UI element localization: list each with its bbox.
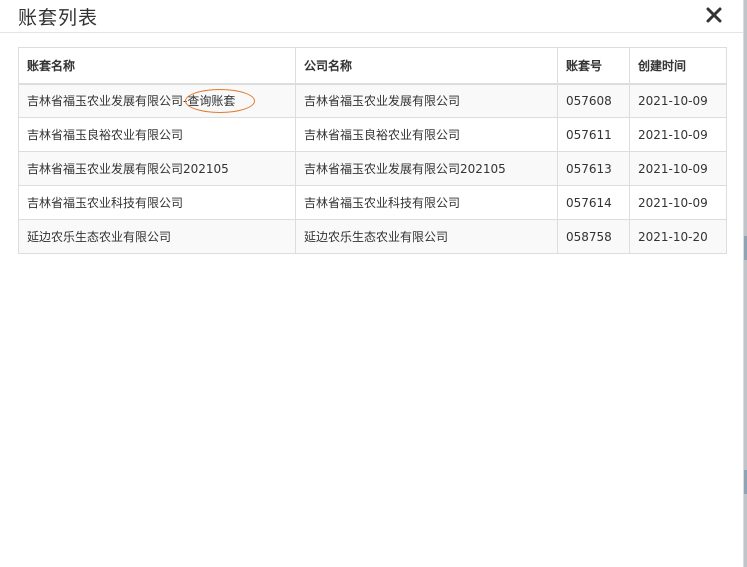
account-no-cell[interactable]: 057611 [557, 117, 630, 152]
created-at-cell[interactable]: 2021-10-09 [629, 83, 727, 118]
account-no-cell[interactable]: 057613 [557, 151, 630, 186]
table-row[interactable]: 延边农乐生态农业有限公司 延边农乐生态农业有限公司 058758 2021-10… [18, 219, 727, 254]
created-at-cell[interactable]: 2021-10-09 [629, 117, 727, 152]
account-no-cell[interactable]: 058758 [557, 219, 630, 254]
created-at-cell[interactable]: 2021-10-09 [629, 185, 727, 220]
company-name-cell[interactable]: 吉林省福玉良裕农业有限公司 [295, 117, 558, 152]
company-name-cell[interactable]: 吉林省福玉农业发展有限公司 [295, 83, 558, 118]
company-name-cell[interactable]: 吉林省福玉农业发展有限公司202105 [295, 151, 558, 186]
account-no-cell[interactable]: 057608 [557, 83, 630, 118]
table-row[interactable]: 吉林省福玉农业发展有限公司202105 吉林省福玉农业发展有限公司202105 … [18, 151, 727, 186]
account-table: 账套名称 公司名称 账套号 创建时间 吉林省福玉农业发展有限公司-查询账套 吉林… [18, 47, 727, 254]
table-row[interactable]: 吉林省福玉农业发展有限公司-查询账套 吉林省福玉农业发展有限公司 057608 … [18, 83, 727, 118]
account-list-dialog: 账套列表 账套名称 公司名称 账套号 创建时间 吉林省福玉农业发展有限公司-查询… [0, 0, 744, 567]
table-row[interactable]: 吉林省福玉良裕农业有限公司 吉林省福玉良裕农业有限公司 057611 2021-… [18, 117, 727, 152]
account-name-text: 吉林省福玉农业发展有限公司-查询账套 [27, 94, 236, 109]
account-no-cell[interactable]: 057614 [557, 185, 630, 220]
account-name-cell[interactable]: 吉林省福玉农业发展有限公司-查询账套 [18, 83, 296, 118]
account-name-cell[interactable]: 延边农乐生态农业有限公司 [18, 219, 296, 254]
close-button[interactable] [703, 4, 725, 26]
account-name-cell[interactable]: 吉林省福玉农业科技有限公司 [18, 185, 296, 220]
header-company-name[interactable]: 公司名称 [295, 47, 558, 85]
company-name-cell[interactable]: 延边农乐生态农业有限公司 [295, 219, 558, 254]
close-icon [706, 7, 722, 23]
table-row[interactable]: 吉林省福玉农业科技有限公司 吉林省福玉农业科技有限公司 057614 2021-… [18, 185, 727, 220]
dialog-title: 账套列表 [18, 7, 99, 29]
table-header-row: 账套名称 公司名称 账套号 创建时间 [18, 47, 727, 85]
account-name-cell[interactable]: 吉林省福玉良裕农业有限公司 [18, 117, 296, 152]
created-at-cell[interactable]: 2021-10-20 [629, 219, 727, 254]
account-name-cell[interactable]: 吉林省福玉农业发展有限公司202105 [18, 151, 296, 186]
account-table-wrapper: 账套名称 公司名称 账套号 创建时间 吉林省福玉农业发展有限公司-查询账套 吉林… [18, 47, 727, 254]
created-at-cell[interactable]: 2021-10-09 [629, 151, 727, 186]
dialog-header: 账套列表 [0, 0, 743, 33]
header-account-name[interactable]: 账套名称 [18, 47, 296, 85]
header-account-no[interactable]: 账套号 [557, 47, 630, 85]
header-created-at[interactable]: 创建时间 [629, 47, 727, 85]
company-name-cell[interactable]: 吉林省福玉农业科技有限公司 [295, 185, 558, 220]
